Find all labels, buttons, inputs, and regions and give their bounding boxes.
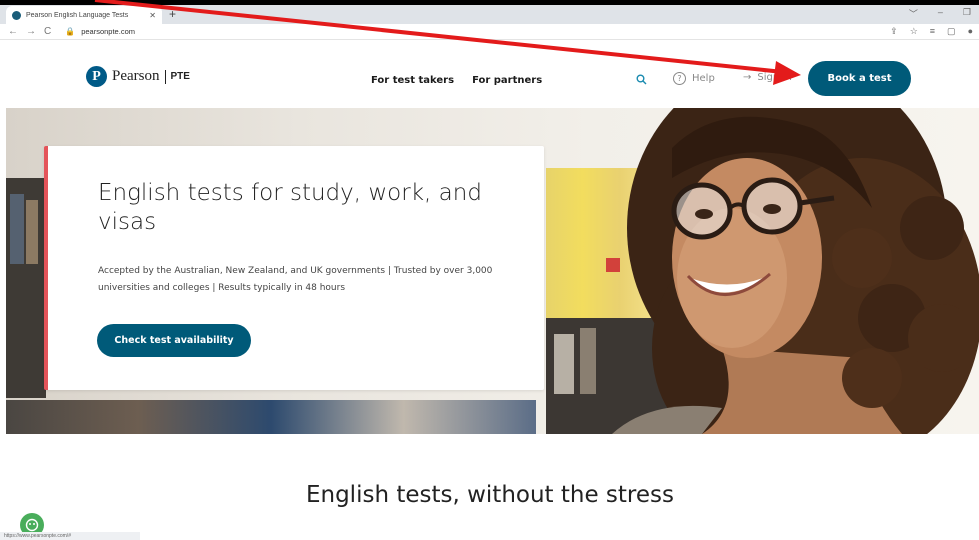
new-tab-button[interactable]: + <box>169 7 176 21</box>
sign-in-link[interactable]: → Sign In <box>743 72 792 83</box>
main-nav: For test takers For partners <box>371 75 542 86</box>
lock-icon: 🔒 <box>65 27 76 36</box>
forward-icon[interactable]: → <box>26 26 36 37</box>
search-button[interactable] <box>632 70 650 88</box>
help-link[interactable]: ? Help <box>673 72 715 85</box>
sign-in-arrow-icon: → <box>743 72 752 83</box>
site-header: P Pearson PTE For test takers For partne… <box>0 40 979 108</box>
book-a-test-button[interactable]: Book a test <box>808 61 911 96</box>
url-text: pearsonpte.com <box>81 27 135 36</box>
share-icon[interactable]: ⇪ <box>890 26 898 37</box>
side-panel-icon[interactable]: ▢ <box>947 26 956 37</box>
minimize-button[interactable]: – <box>938 7 943 20</box>
hero-title: English tests for study, work, and visas <box>98 180 482 235</box>
check-test-availability-button[interactable]: Check test availability <box>97 324 251 357</box>
tab-close-icon[interactable]: ✕ <box>149 11 156 20</box>
tab-search-icon[interactable]: ﹀ <box>909 7 918 20</box>
window-controls: ﹀ – ❐ <box>909 7 971 20</box>
pearson-pte-logo[interactable]: P Pearson PTE <box>86 66 190 87</box>
browser-status-bar: https://www.pearsonpte.com/# <box>0 532 140 540</box>
logo-wordmark: Pearson <box>112 68 160 84</box>
browser-tab-bar: Pearson English Language Tests ✕ + ﹀ – ❐ <box>0 0 979 24</box>
nav-for-test-takers[interactable]: For test takers <box>371 75 454 86</box>
bookshelf-decor <box>554 334 574 394</box>
reload-icon[interactable]: C <box>44 26 51 37</box>
back-icon[interactable]: ← <box>8 26 18 37</box>
page: Pearson English Language Tests ✕ + ﹀ – ❐… <box>0 0 979 540</box>
logo-divider <box>164 69 166 84</box>
search-icon <box>636 74 646 84</box>
hero-description: Accepted by the Australian, New Zealand,… <box>98 266 493 293</box>
profile-icon[interactable]: ● <box>968 26 973 37</box>
logo-product: PTE <box>170 71 190 82</box>
help-label: Help <box>692 73 715 84</box>
help-icon: ? <box>673 72 686 85</box>
section-title: English tests, without the stress <box>305 482 675 508</box>
bookshelf-decor <box>6 400 536 434</box>
bookmark-star-icon[interactable]: ☆ <box>910 26 918 37</box>
address-bar: ← → C 🔒 pearsonpte.com ⇪ ☆ ≡ ▢ ● <box>0 24 979 40</box>
hero-card: English tests for study, work, and visas… <box>44 146 544 390</box>
chat-icon <box>25 518 39 532</box>
bookshelf-decor <box>10 194 24 264</box>
smiling-woman-image <box>612 108 979 434</box>
tab-title: Pearson English Language Tests <box>26 11 129 19</box>
maximize-button[interactable]: ❐ <box>963 7 971 20</box>
nav-for-partners[interactable]: For partners <box>472 75 542 86</box>
sign-in-label: Sign In <box>757 72 792 83</box>
pearson-favicon-icon <box>12 10 21 20</box>
hero-section: English tests for study, work, and visas… <box>6 108 979 434</box>
pearson-logo-icon: P <box>86 66 107 87</box>
browser-tab[interactable]: Pearson English Language Tests ✕ <box>6 6 162 24</box>
reading-list-icon[interactable]: ≡ <box>930 26 935 37</box>
browser-toolbar: ⇪ ☆ ≡ ▢ ● <box>890 26 973 37</box>
url-field[interactable]: 🔒 pearsonpte.com <box>65 27 135 36</box>
bookshelf-decor <box>26 200 38 264</box>
